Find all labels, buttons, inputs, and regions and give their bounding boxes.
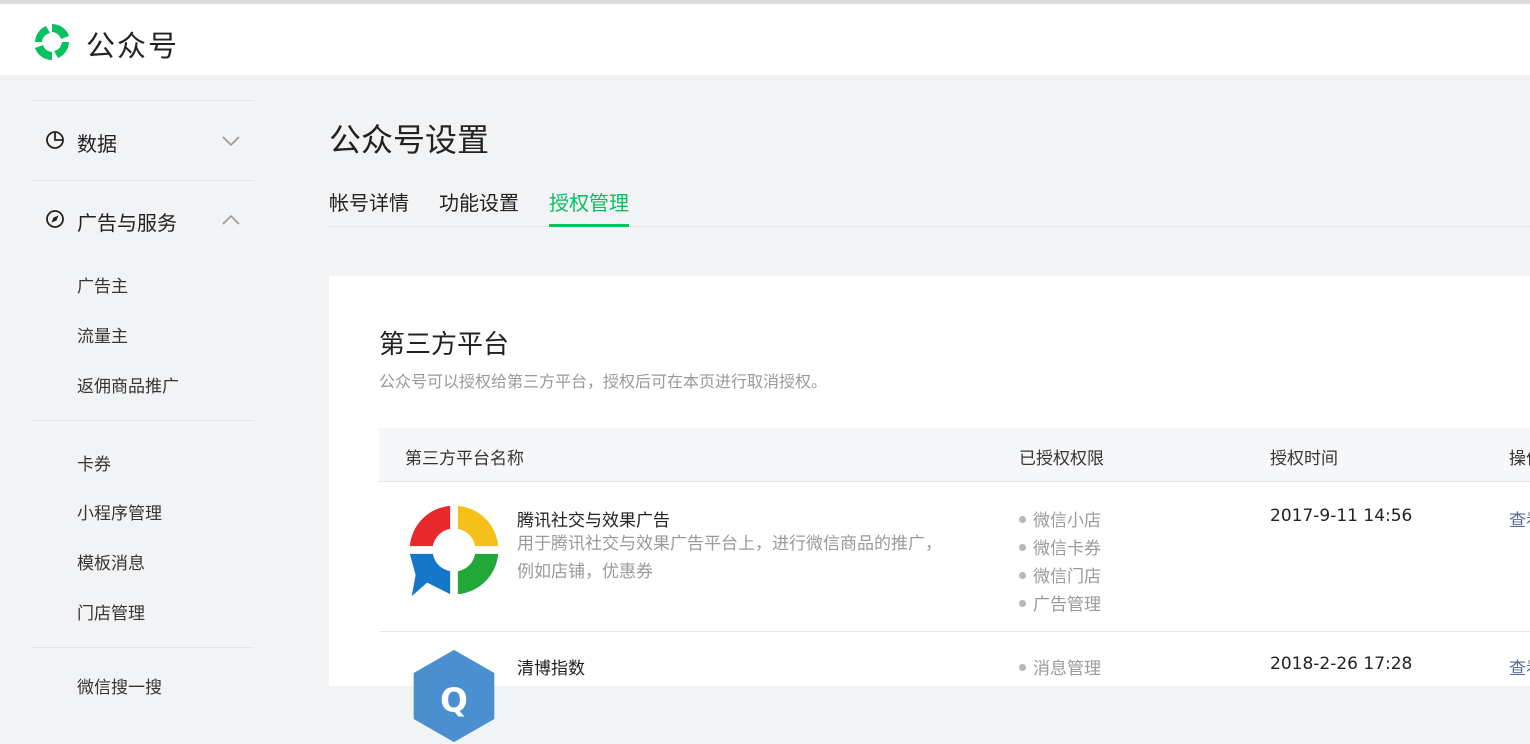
sidebar-group-label: 数据 xyxy=(77,132,117,156)
pie-chart-icon xyxy=(46,131,64,149)
permission-item: 广告管理 xyxy=(1019,590,1101,615)
tab-authorization[interactable]: 授权管理 xyxy=(549,187,629,216)
bullet-icon xyxy=(1019,599,1026,607)
sidebar-item-commission-promotion[interactable]: 返佣商品推广 xyxy=(77,372,179,397)
sidebar-item-store-management[interactable]: 门店管理 xyxy=(77,599,145,624)
sidebar-divider xyxy=(32,180,254,181)
tab-account-details[interactable]: 帐号详情 xyxy=(329,187,409,216)
compass-icon xyxy=(46,210,64,228)
sidebar: 数据 广告与服务 广告主 流量主 返佣商品推广 卡券 小程序管理 模板消息 门店… xyxy=(0,75,290,698)
bullet-icon xyxy=(1019,515,1026,523)
column-header-action: 操作 xyxy=(1509,449,1530,469)
chevron-up-icon[interactable] xyxy=(220,209,242,231)
permission-label: 微信小店 xyxy=(1033,511,1101,531)
qingbo-index-logo-icon: Q xyxy=(413,649,495,743)
sidebar-item-mini-programs[interactable]: 小程序管理 xyxy=(77,499,162,524)
third-party-card: 第三方平台 公众号可以授权给第三方平台，授权后可在本页进行取消授权。 第三方平台… xyxy=(329,276,1530,743)
chevron-down-icon[interactable] xyxy=(220,130,242,152)
view-link[interactable]: 查看 xyxy=(1509,506,1530,531)
sidebar-divider xyxy=(32,647,254,648)
permission-label: 微信卡券 xyxy=(1033,539,1101,559)
wechat-official-account-logo-icon[interactable] xyxy=(30,20,74,64)
permission-item: 微信门店 xyxy=(1019,562,1101,587)
column-header-permissions: 已授权权限 xyxy=(1019,449,1104,469)
tabs-divider xyxy=(329,226,1530,227)
main-content: 公众号设置 帐号详情 功能设置 授权管理 第三方平台 公众号可以授权给第三方平台… xyxy=(290,75,1530,743)
permission-label: 微信门店 xyxy=(1033,567,1101,587)
sidebar-item-advertiser[interactable]: 广告主 xyxy=(77,272,128,297)
bullet-icon xyxy=(1019,543,1026,551)
sidebar-group-label: 广告与服务 xyxy=(77,211,177,235)
permission-item: 微信卡券 xyxy=(1019,534,1101,559)
column-header-platform: 第三方平台名称 xyxy=(405,449,524,469)
bullet-icon xyxy=(1019,571,1026,579)
permission-item: 微信小店 xyxy=(1019,506,1101,531)
permission-label: 消息管理 xyxy=(1033,659,1101,679)
platform-description: 用于腾讯社交与效果广告平台上，进行微信商品的推广，例如店铺，优惠券 xyxy=(517,534,942,582)
bullet-icon xyxy=(1019,663,1026,671)
sidebar-divider xyxy=(32,420,254,421)
authorization-time: 2018-2-26 17:28 xyxy=(1270,654,1413,674)
sidebar-item-publisher[interactable]: 流量主 xyxy=(77,322,128,347)
permission-label: 广告管理 xyxy=(1033,595,1101,615)
top-header: 公众号 xyxy=(0,4,1530,75)
brand-name[interactable]: 公众号 xyxy=(86,23,179,65)
tencent-ads-logo-icon xyxy=(409,505,499,597)
permission-item: 消息管理 xyxy=(1019,654,1101,679)
svg-text:Q: Q xyxy=(440,681,468,719)
table-row: Q 清博指数 消息管理 2018-2-26 17:28 查看 xyxy=(379,632,1530,743)
table-header: 第三方平台名称 已授权权限 授权时间 操作 xyxy=(379,428,1530,482)
authorization-time: 2017-9-11 14:56 xyxy=(1270,506,1413,526)
active-tab-indicator xyxy=(549,224,629,227)
sidebar-item-template-messages[interactable]: 模板消息 xyxy=(77,549,145,574)
sidebar-divider xyxy=(32,100,254,101)
view-link[interactable]: 查看 xyxy=(1509,654,1530,679)
section-description: 公众号可以授权给第三方平台，授权后可在本页进行取消授权。 xyxy=(379,372,828,391)
table-row: 腾讯社交与效果广告 用于腾讯社交与效果广告平台上，进行微信商品的推广，例如店铺，… xyxy=(379,482,1530,632)
sidebar-group-data[interactable]: 数据 xyxy=(32,120,254,160)
authorization-table: 第三方平台名称 已授权权限 授权时间 操作 腾讯社交与效果广告 用于腾讯社交与效… xyxy=(379,428,1530,743)
section-title: 第三方平台 xyxy=(379,330,510,360)
page-title: 公众号设置 xyxy=(329,121,490,159)
column-header-time: 授权时间 xyxy=(1270,449,1338,469)
sidebar-item-coupons[interactable]: 卡券 xyxy=(77,450,111,475)
sidebar-group-ads-services[interactable]: 广告与服务 xyxy=(32,199,254,239)
tab-feature-settings[interactable]: 功能设置 xyxy=(439,187,519,216)
platform-name: 腾讯社交与效果广告 xyxy=(517,511,670,531)
platform-name: 清博指数 xyxy=(517,659,585,679)
